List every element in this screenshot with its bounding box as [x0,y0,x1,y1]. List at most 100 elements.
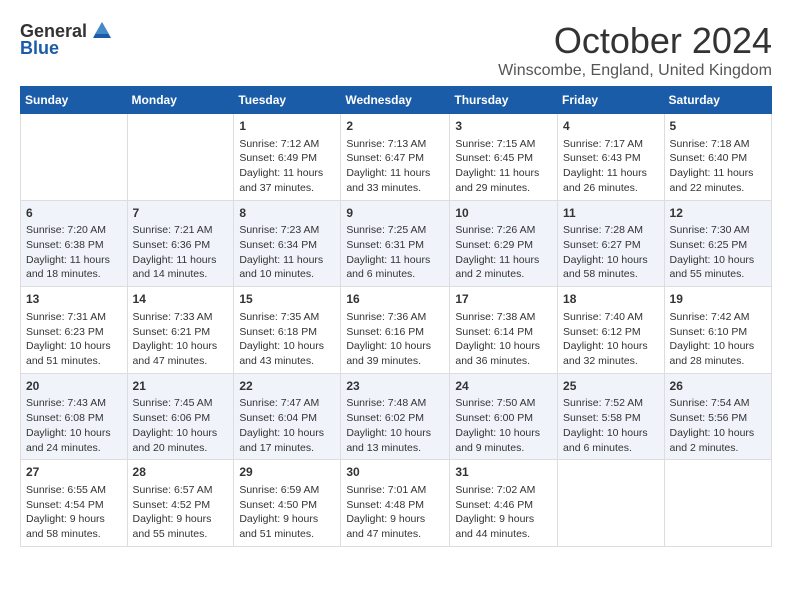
location: Winscombe, England, United Kingdom [498,62,772,80]
cell-content: Daylight: 11 hours and 29 minutes. [455,166,552,195]
day-number: 10 [455,205,552,222]
day-number: 27 [26,464,122,481]
calendar-cell: 20Sunrise: 7:43 AMSunset: 6:08 PMDayligh… [21,373,128,460]
header-day-monday: Monday [127,87,234,114]
cell-content: Daylight: 10 hours and 51 minutes. [26,339,122,368]
cell-content: Sunset: 6:10 PM [670,325,766,340]
day-number: 24 [455,378,552,395]
cell-content: Daylight: 10 hours and 47 minutes. [133,339,229,368]
day-number: 25 [563,378,659,395]
cell-content: Sunset: 4:50 PM [239,498,335,513]
cell-content: Sunset: 6:18 PM [239,325,335,340]
calendar-cell: 10Sunrise: 7:26 AMSunset: 6:29 PMDayligh… [450,200,558,287]
cell-content: Sunrise: 7:13 AM [346,137,444,152]
calendar-cell: 30Sunrise: 7:01 AMSunset: 4:48 PMDayligh… [341,460,450,547]
calendar-cell: 25Sunrise: 7:52 AMSunset: 5:58 PMDayligh… [558,373,665,460]
cell-content: Sunrise: 7:25 AM [346,223,444,238]
calendar-body: 1Sunrise: 7:12 AMSunset: 6:49 PMDaylight… [21,114,772,547]
cell-content: Daylight: 10 hours and 36 minutes. [455,339,552,368]
day-number: 19 [670,291,766,308]
cell-content: Daylight: 10 hours and 2 minutes. [670,426,766,455]
calendar-cell: 13Sunrise: 7:31 AMSunset: 6:23 PMDayligh… [21,287,128,374]
cell-content: Daylight: 10 hours and 32 minutes. [563,339,659,368]
calendar-cell: 6Sunrise: 7:20 AMSunset: 6:38 PMDaylight… [21,200,128,287]
day-number: 14 [133,291,229,308]
cell-content: Sunrise: 7:20 AM [26,223,122,238]
cell-content: Sunrise: 7:26 AM [455,223,552,238]
cell-content: Daylight: 10 hours and 13 minutes. [346,426,444,455]
week-row-5: 27Sunrise: 6:55 AMSunset: 4:54 PMDayligh… [21,460,772,547]
day-number: 16 [346,291,444,308]
day-number: 3 [455,118,552,135]
header-row: SundayMondayTuesdayWednesdayThursdayFrid… [21,87,772,114]
cell-content: Sunset: 6:43 PM [563,151,659,166]
cell-content: Sunset: 6:34 PM [239,238,335,253]
cell-content: Daylight: 10 hours and 17 minutes. [239,426,335,455]
day-number: 11 [563,205,659,222]
cell-content: Sunset: 6:23 PM [26,325,122,340]
cell-content: Sunset: 6:45 PM [455,151,552,166]
cell-content: Sunrise: 7:54 AM [670,396,766,411]
cell-content: Sunset: 4:46 PM [455,498,552,513]
cell-content: Daylight: 10 hours and 24 minutes. [26,426,122,455]
calendar-cell: 18Sunrise: 7:40 AMSunset: 6:12 PMDayligh… [558,287,665,374]
day-number: 26 [670,378,766,395]
month-title: October 2024 [498,20,772,62]
cell-content: Sunset: 6:29 PM [455,238,552,253]
cell-content: Sunrise: 7:48 AM [346,396,444,411]
cell-content: Daylight: 11 hours and 14 minutes. [133,253,229,282]
cell-content: Daylight: 10 hours and 58 minutes. [563,253,659,282]
cell-content: Daylight: 9 hours and 47 minutes. [346,512,444,541]
week-row-2: 6Sunrise: 7:20 AMSunset: 6:38 PMDaylight… [21,200,772,287]
cell-content: Daylight: 11 hours and 33 minutes. [346,166,444,195]
cell-content: Sunrise: 7:42 AM [670,310,766,325]
calendar-cell: 31Sunrise: 7:02 AMSunset: 4:46 PMDayligh… [450,460,558,547]
page-header: General Blue October 2024 Winscombe, Eng… [20,20,772,80]
cell-content: Sunset: 6:47 PM [346,151,444,166]
header-day-friday: Friday [558,87,665,114]
cell-content: Sunset: 6:25 PM [670,238,766,253]
day-number: 20 [26,378,122,395]
cell-content: Sunrise: 7:30 AM [670,223,766,238]
calendar-cell [127,114,234,201]
cell-content: Daylight: 11 hours and 10 minutes. [239,253,335,282]
day-number: 18 [563,291,659,308]
calendar-cell: 23Sunrise: 7:48 AMSunset: 6:02 PMDayligh… [341,373,450,460]
calendar-cell: 5Sunrise: 7:18 AMSunset: 6:40 PMDaylight… [664,114,771,201]
day-number: 5 [670,118,766,135]
cell-content: Daylight: 11 hours and 2 minutes. [455,253,552,282]
cell-content: Sunrise: 7:50 AM [455,396,552,411]
cell-content: Sunrise: 7:02 AM [455,483,552,498]
day-number: 23 [346,378,444,395]
calendar-cell: 24Sunrise: 7:50 AMSunset: 6:00 PMDayligh… [450,373,558,460]
cell-content: Sunset: 6:06 PM [133,411,229,426]
day-number: 28 [133,464,229,481]
cell-content: Daylight: 10 hours and 20 minutes. [133,426,229,455]
cell-content: Sunrise: 7:28 AM [563,223,659,238]
cell-content: Sunrise: 7:01 AM [346,483,444,498]
cell-content: Daylight: 11 hours and 6 minutes. [346,253,444,282]
cell-content: Sunrise: 7:35 AM [239,310,335,325]
calendar-cell: 27Sunrise: 6:55 AMSunset: 4:54 PMDayligh… [21,460,128,547]
cell-content: Sunrise: 7:36 AM [346,310,444,325]
cell-content: Sunset: 6:31 PM [346,238,444,253]
calendar-cell: 7Sunrise: 7:21 AMSunset: 6:36 PMDaylight… [127,200,234,287]
day-number: 15 [239,291,335,308]
cell-content: Sunrise: 7:15 AM [455,137,552,152]
cell-content: Daylight: 11 hours and 18 minutes. [26,253,122,282]
calendar-cell: 21Sunrise: 7:45 AMSunset: 6:06 PMDayligh… [127,373,234,460]
cell-content: Sunset: 4:48 PM [346,498,444,513]
cell-content: Sunrise: 6:57 AM [133,483,229,498]
header-day-tuesday: Tuesday [234,87,341,114]
day-number: 22 [239,378,335,395]
cell-content: Sunrise: 7:17 AM [563,137,659,152]
day-number: 12 [670,205,766,222]
title-section: October 2024 Winscombe, England, United … [498,20,772,80]
calendar-cell: 15Sunrise: 7:35 AMSunset: 6:18 PMDayligh… [234,287,341,374]
calendar-cell: 16Sunrise: 7:36 AMSunset: 6:16 PMDayligh… [341,287,450,374]
day-number: 1 [239,118,335,135]
cell-content: Daylight: 10 hours and 55 minutes. [670,253,766,282]
cell-content: Sunset: 6:12 PM [563,325,659,340]
calendar-cell: 9Sunrise: 7:25 AMSunset: 6:31 PMDaylight… [341,200,450,287]
cell-content: Sunset: 6:40 PM [670,151,766,166]
